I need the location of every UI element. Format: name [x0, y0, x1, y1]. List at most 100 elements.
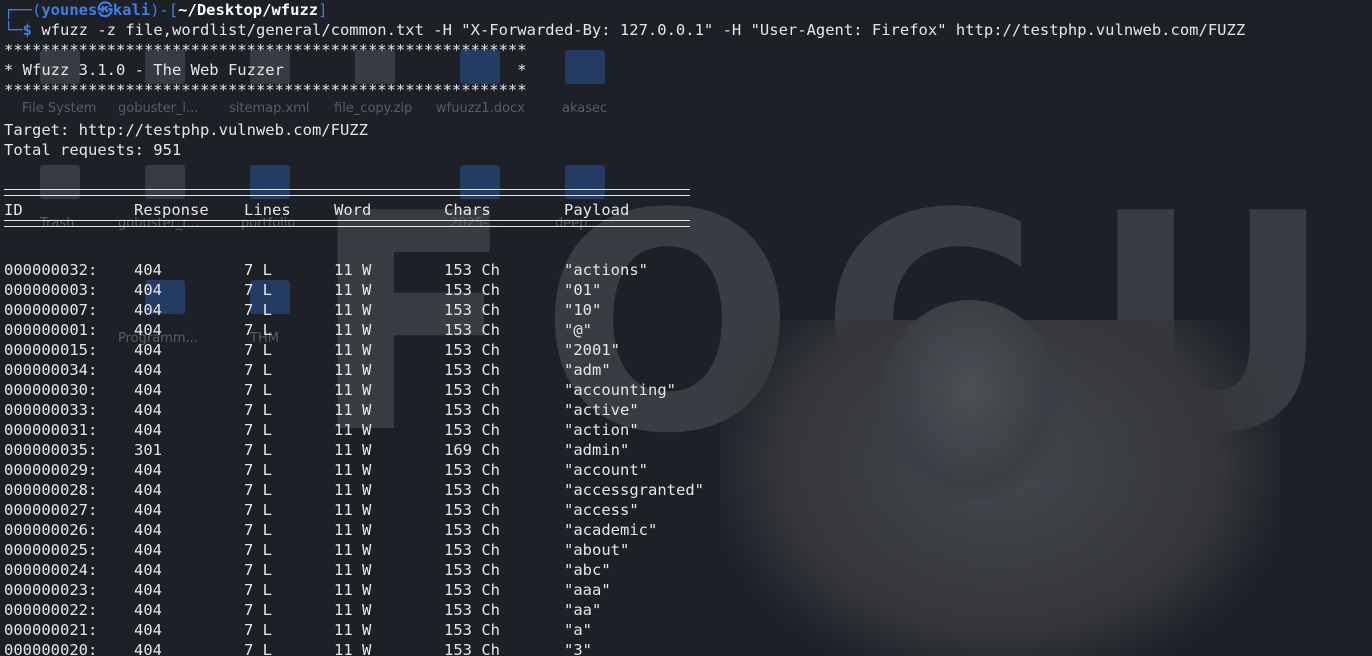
command-line[interactable]: └─$ wfuzz -z file,wordlist/general/commo…	[4, 20, 1368, 40]
cell-payload: "active"	[564, 401, 639, 419]
cell-lines: 7 L	[244, 261, 272, 279]
cell-response: 404	[134, 481, 162, 499]
cell-id: 000000034:	[4, 361, 98, 379]
cell-word: 11 W	[334, 641, 372, 656]
cell-lines: 7 L	[244, 621, 272, 639]
cell-word: 11 W	[334, 261, 372, 279]
table-header: ID Response Lines Word Chars Payload	[4, 200, 1368, 220]
results-table: 000000032: 404 7 L 11 W 153 Ch "actions" 00000…	[4, 260, 1368, 656]
cell-chars: 153 Ch	[444, 601, 500, 619]
cell-word: 11 W	[334, 621, 372, 639]
cell-payload: "about"	[564, 541, 630, 559]
cell-chars: 153 Ch	[444, 581, 500, 599]
cell-id: 000000030:	[4, 381, 98, 399]
cell-word: 11 W	[334, 481, 372, 499]
cell-response: 404	[134, 361, 162, 379]
cell-chars: 153 Ch	[444, 541, 500, 559]
terminal-window[interactable]: F O C U File System gobuster_l... sitema…	[0, 0, 1372, 656]
header-payload: Payload	[564, 201, 630, 219]
cell-response: 404	[134, 541, 162, 559]
table-row: 000000022: 404 7 L 11 W 153 Ch "aa"	[4, 600, 1368, 620]
cell-id: 000000032:	[4, 261, 98, 279]
cell-word: 11 W	[334, 421, 372, 439]
cell-lines: 7 L	[244, 521, 272, 539]
cell-id: 000000027:	[4, 501, 98, 519]
cell-id: 000000031:	[4, 421, 98, 439]
table-row: 000000029: 404 7 L 11 W 153 Ch "account"	[4, 460, 1368, 480]
cell-chars: 153 Ch	[444, 381, 500, 399]
table-row: 000000024: 404 7 L 11 W 153 Ch "abc"	[4, 560, 1368, 580]
cell-lines: 7 L	[244, 501, 272, 519]
cell-lines: 7 L	[244, 301, 272, 319]
header-word: Word	[334, 201, 372, 219]
table-row: 000000027: 404 7 L 11 W 153 Ch "access"	[4, 500, 1368, 520]
cell-payload: "access"	[564, 501, 639, 519]
cell-lines: 7 L	[244, 281, 272, 299]
table-rule-top	[4, 180, 1368, 200]
cell-id: 000000021:	[4, 621, 98, 639]
cell-lines: 7 L	[244, 641, 272, 656]
cell-lines: 7 L	[244, 561, 272, 579]
cell-payload: "abc"	[564, 561, 611, 579]
cell-chars: 153 Ch	[444, 481, 500, 499]
cell-word: 11 W	[334, 601, 372, 619]
header-lines: Lines	[244, 201, 291, 219]
table-row: 000000015: 404 7 L 11 W 153 Ch "2001"	[4, 340, 1368, 360]
cell-response: 404	[134, 621, 162, 639]
cell-response: 404	[134, 341, 162, 359]
cell-lines: 7 L	[244, 581, 272, 599]
cell-lines: 7 L	[244, 541, 272, 559]
cell-response: 404	[134, 461, 162, 479]
header-id: ID	[4, 201, 23, 219]
cell-word: 11 W	[334, 461, 372, 479]
cell-id: 000000025:	[4, 541, 98, 559]
prompt-box-bottom: └─	[4, 21, 23, 39]
table-row: 000000001: 404 7 L 11 W 153 Ch "@"	[4, 320, 1368, 340]
cell-id: 000000035:	[4, 441, 98, 459]
cell-chars: 153 Ch	[444, 621, 500, 639]
table-row: 000000026: 404 7 L 11 W 153 Ch "academic"	[4, 520, 1368, 540]
cell-payload: "3"	[564, 641, 592, 656]
cell-lines: 7 L	[244, 401, 272, 419]
cell-payload: "actions"	[564, 261, 648, 279]
cell-chars: 153 Ch	[444, 321, 500, 339]
cell-chars: 153 Ch	[444, 341, 500, 359]
table-row: 000000035: 301 7 L 11 W 169 Ch "admin"	[4, 440, 1368, 460]
cell-response: 404	[134, 581, 162, 599]
cell-response: 404	[134, 381, 162, 399]
prompt-box-top: ┌──(	[4, 1, 42, 19]
cell-id: 000000001:	[4, 321, 98, 339]
cell-payload: "@"	[564, 321, 592, 339]
table-row: 000000033: 404 7 L 11 W 153 Ch "active"	[4, 400, 1368, 420]
cell-lines: 7 L	[244, 341, 272, 359]
cell-chars: 153 Ch	[444, 461, 500, 479]
cell-id: 000000020:	[4, 641, 98, 656]
cell-response: 404	[134, 321, 162, 339]
prompt-separator: )-[	[150, 1, 179, 19]
cell-word: 11 W	[334, 501, 372, 519]
cell-id: 000000023:	[4, 581, 98, 599]
cell-lines: 7 L	[244, 321, 272, 339]
banner-border-bottom: ****************************************…	[4, 81, 527, 99]
cell-payload: "accounting"	[564, 381, 676, 399]
cell-word: 11 W	[334, 341, 372, 359]
cell-payload: "account"	[564, 461, 648, 479]
table-row: 000000031: 404 7 L 11 W 153 Ch "action"	[4, 420, 1368, 440]
cell-payload: "admin"	[564, 441, 630, 459]
table-rule-bottom	[4, 220, 1368, 240]
cell-payload: "adm"	[564, 361, 611, 379]
cell-payload: "aa"	[564, 601, 602, 619]
cell-id: 000000024:	[4, 561, 98, 579]
table-row: 000000025: 404 7 L 11 W 153 Ch "about"	[4, 540, 1368, 560]
cell-word: 11 W	[334, 521, 372, 539]
cell-lines: 7 L	[244, 361, 272, 379]
cell-chars: 153 Ch	[444, 561, 500, 579]
cell-word: 11 W	[334, 401, 372, 419]
cell-response: 404	[134, 301, 162, 319]
cell-response: 404	[134, 401, 162, 419]
cell-response: 404	[134, 501, 162, 519]
cell-lines: 7 L	[244, 421, 272, 439]
cell-chars: 153 Ch	[444, 641, 500, 656]
cell-lines: 7 L	[244, 601, 272, 619]
